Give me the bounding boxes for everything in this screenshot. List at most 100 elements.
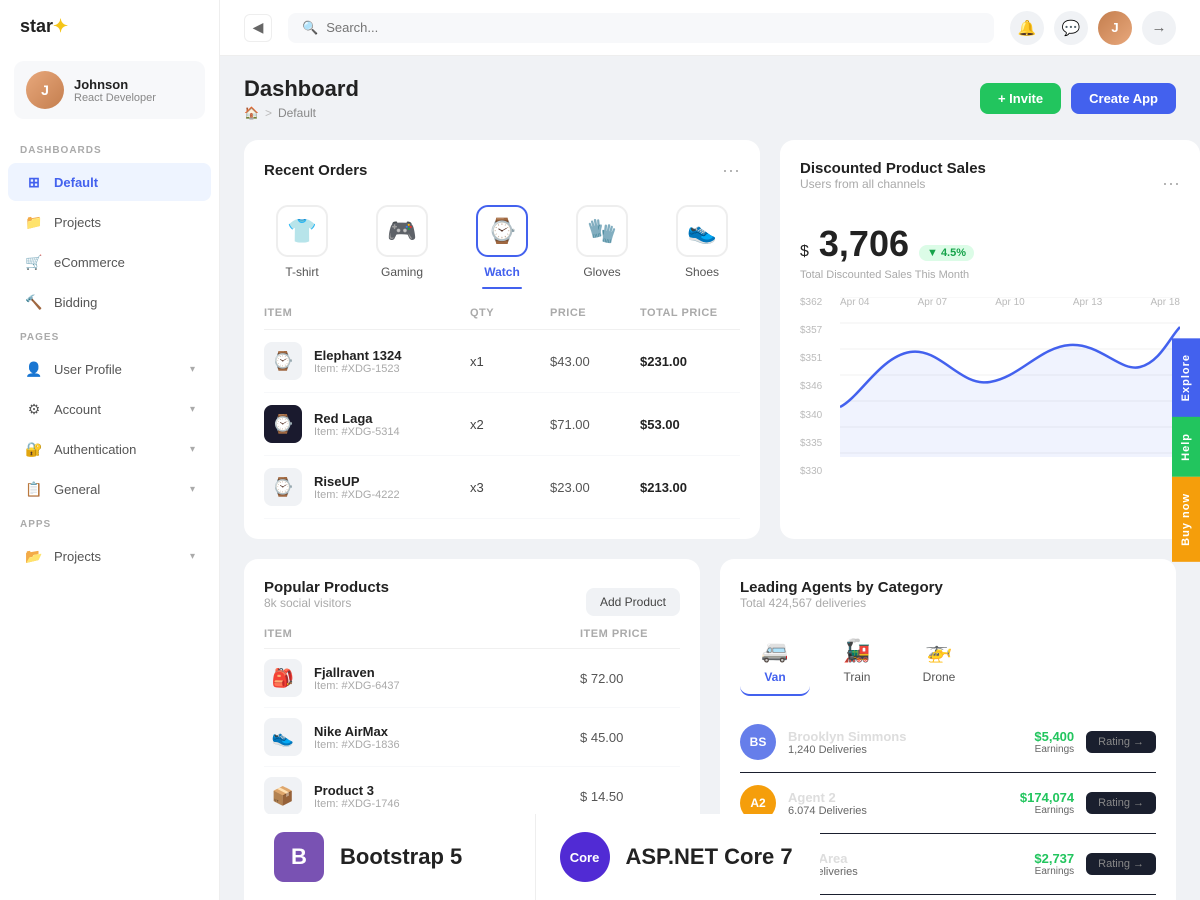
sidebar-item-default[interactable]: ⊞ Default [8,163,211,201]
notification-icon[interactable]: 🔔 [1010,11,1044,45]
tab-gaming[interactable]: 🎮 Gaming [364,197,440,287]
sidebar: star✦ J Johnson React Developer DASHBOAR… [0,0,220,900]
topbar-right: 🔔 💬 J → [1010,11,1176,45]
rating-button[interactable]: Rating → [1086,853,1156,875]
asp-icon: Core [560,832,610,882]
sales-card-header: Discounted Product Sales Users from all … [800,160,1180,207]
sidebar-item-authentication[interactable]: 🔐 Authentication ▾ [8,430,211,468]
logo-star: ✦ [53,16,68,36]
sales-amount: $ 3,706 ▼ 4.5% [800,223,1180,265]
rating-button[interactable]: Rating → [1086,792,1156,814]
agent-earnings-area: $5,400 Earnings [1034,729,1074,755]
agent-tab-train-label: Train [844,670,871,684]
collapse-sidebar-button[interactable]: ◀ [244,14,272,42]
sales-menu-icon[interactable]: ··· [1162,173,1180,194]
sidebar-item-label: General [54,482,100,497]
sidebar-item-user-profile[interactable]: 👤 User Profile ▾ [8,350,211,388]
sales-subtitle: Users from all channels [800,177,986,191]
gaming-icon: 🎮 [376,205,428,257]
agent-tab-drone-label: Drone [923,670,956,684]
product-image: 📦 [264,777,302,815]
side-buttons: Explore Help Buy now [1172,338,1200,562]
tab-shoes[interactable]: 👟 Shoes [664,197,740,287]
breadcrumb: 🏠 > Default [244,106,359,120]
sidebar-item-label: Projects [54,215,101,230]
tab-tshirt-label: T-shirt [285,265,318,279]
search-icon: 🔍 [302,20,318,36]
table-row: ⌚ Red Laga Item: #XDG-5314 x2 $71.00 $53… [264,393,740,456]
invite-button[interactable]: + Invite [980,83,1061,114]
sidebar-item-general[interactable]: 📋 General ▾ [8,470,211,508]
message-icon[interactable]: 💬 [1054,11,1088,45]
popular-products-header: Popular Products 8k social visitors Add … [264,579,680,624]
agent-tabs: 🚐 Van 🚂 Train 🚁 Drone [740,628,1156,696]
agent-tab-train[interactable]: 🚂 Train [822,628,892,696]
agent-tab-drone[interactable]: 🚁 Drone [904,628,974,696]
agent-deliveries: 1,240 Deliveries [788,744,906,756]
order-table: ITEM QTY PRICE TOTAL PRICE ⌚ Elephant 13… [264,307,740,519]
tab-watch[interactable]: ⌚ Watch [464,197,540,287]
drone-icon: 🚁 [925,638,952,664]
col-total: TOTAL PRICE [640,307,740,319]
watch-icon: ⌚ [476,205,528,257]
sidebar-item-apps-projects[interactable]: 📂 Projects ▾ [8,537,211,575]
agent-earnings-area: $174,074 Earnings [1020,790,1074,816]
tab-tshirt[interactable]: 👕 T-shirt [264,197,340,287]
apps-label: APPS [0,509,219,536]
tshirt-icon: 👕 [276,205,328,257]
search-input[interactable] [326,20,526,35]
rating-button[interactable]: Rating → [1086,731,1156,753]
tab-watch-label: Watch [484,265,520,279]
product-row: 👟 Nike AirMax Item: #XDG-1836 $ 45.00 [264,708,680,767]
topbar-avatar[interactable]: J [1098,11,1132,45]
gear-icon: ⚙ [24,399,44,419]
product-sku: Item: #XDG-1746 [314,798,400,810]
buy-now-button[interactable]: Buy now [1172,477,1200,562]
sidebar-item-projects[interactable]: 📁 Projects [8,203,211,241]
sales-currency: $ [800,243,809,261]
arrow-right-icon[interactable]: → [1142,11,1176,45]
explore-button[interactable]: Explore [1172,338,1200,417]
sidebar-item-bidding[interactable]: 🔨 Bidding [8,283,211,321]
chevron-down-icon: ▾ [190,484,195,495]
agent-tab-van[interactable]: 🚐 Van [740,628,810,696]
asp-banner: Core ASP.NET Core 7 [536,814,821,900]
product-col-price: ITEM PRICE [580,628,680,640]
hammer-icon: 🔨 [24,292,44,312]
item-name: RiseUP [314,474,400,489]
asp-title: ASP.NET Core 7 [626,844,793,870]
item-total: $231.00 [640,354,740,369]
topbar: ◀ 🔍 🔔 💬 J → [220,0,1200,56]
help-button[interactable]: Help [1172,417,1200,477]
item-sku: Item: #XDG-1523 [314,363,401,375]
agent-details: Brooklyn Simmons 1,240 Deliveries [788,729,906,756]
popular-products-title: Popular Products [264,579,389,596]
folder-open-icon: 📂 [24,546,44,566]
tab-gloves[interactable]: 🧤 Gloves [564,197,640,287]
lock-icon: 🔐 [24,439,44,459]
item-info: ⌚ RiseUP Item: #XDG-4222 [264,468,470,506]
table-row: ⌚ RiseUP Item: #XDG-4222 x3 $23.00 $213.… [264,456,740,519]
user-profile-card[interactable]: J Johnson React Developer [14,61,205,119]
sidebar-item-account[interactable]: ⚙ Account ▾ [8,390,211,428]
breadcrumb-separator: > [265,106,272,120]
leading-agents-title: Leading Agents by Category [740,579,943,596]
sidebar-item-ecommerce[interactable]: 🛒 eCommerce [8,243,211,281]
gloves-icon: 🧤 [576,205,628,257]
agent-earnings: $174,074 [1020,790,1074,805]
col-price: PRICE [550,307,640,319]
y-label-3: $351 [800,353,822,364]
tab-shoes-label: Shoes [685,265,719,279]
item-info: ⌚ Red Laga Item: #XDG-5314 [264,405,470,443]
item-total: $53.00 [640,417,740,432]
sidebar-item-label: Authentication [54,442,136,457]
recent-orders-title: Recent Orders [264,162,367,179]
create-app-button[interactable]: Create App [1071,83,1176,114]
chevron-down-icon: ▾ [190,404,195,415]
more-options-icon[interactable]: ··· [722,160,740,181]
agent-details: Agent 2 6,074 Deliveries [788,790,867,817]
product-image: 👟 [264,718,302,756]
add-product-button[interactable]: Add Product [586,588,680,616]
agent-name: Brooklyn Simmons [788,729,906,744]
folder-icon: 📁 [24,212,44,232]
